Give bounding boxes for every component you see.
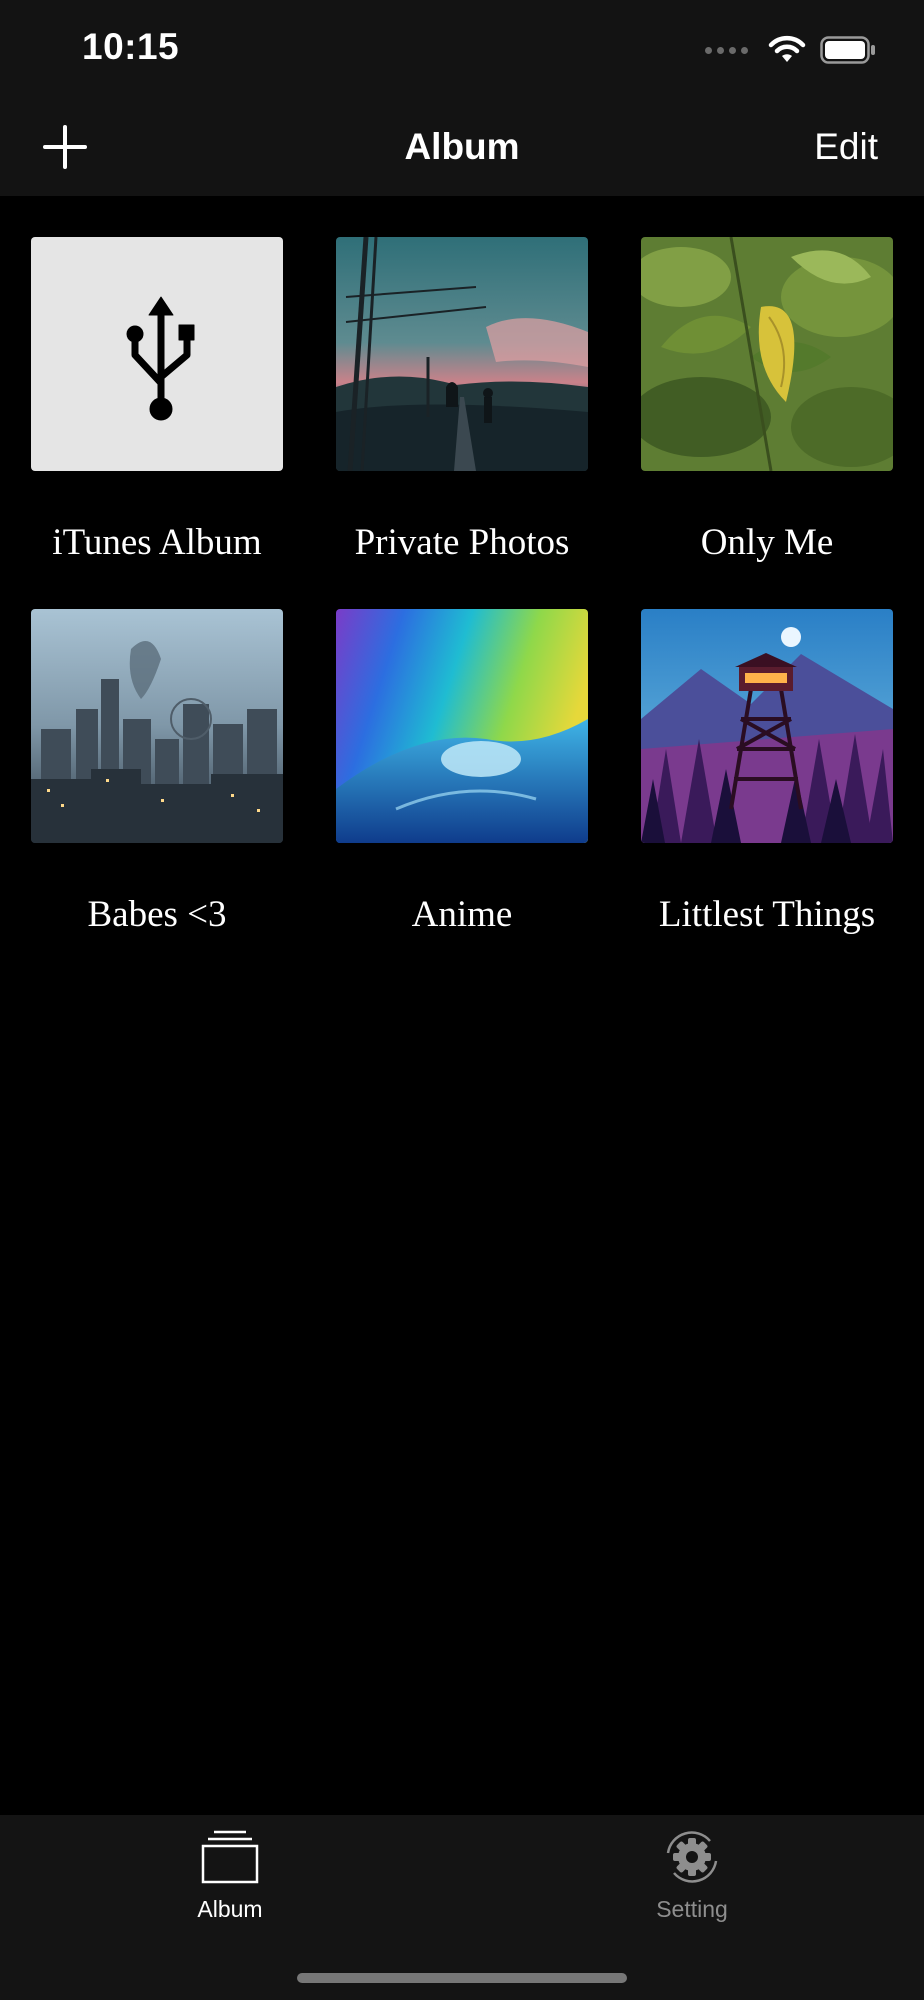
rainbow-wave-image (336, 609, 588, 843)
album-name: iTunes Album (52, 522, 262, 563)
fire-lookout-tower-image (641, 609, 893, 843)
tab-album-label: Album (197, 1896, 263, 1922)
usb-icon (31, 237, 283, 471)
battery-icon (820, 36, 875, 64)
edit-button[interactable]: Edit (814, 126, 878, 168)
album-tile-only-me[interactable]: Only Me (641, 237, 893, 564)
album-tile-littlest-things[interactable]: Littlest Things (641, 609, 893, 936)
nav-bar: Album Edit (0, 100, 924, 196)
wifi-icon (768, 35, 806, 62)
city-skyline-image (31, 609, 283, 843)
twilight-railway-image (336, 237, 588, 471)
status-bar: 10:15 (0, 0, 924, 100)
green-leaves-image (641, 237, 893, 471)
album-name: Babes <3 (87, 894, 227, 935)
album-name: Anime (411, 894, 513, 935)
album-tile-anime[interactable]: Anime (336, 609, 588, 936)
album-name: Only Me (700, 522, 834, 563)
tab-setting-label: Setting (656, 1896, 728, 1922)
gear-icon (666, 1831, 718, 1883)
album-name: Littlest Things (658, 894, 876, 935)
album-tile-private-photos[interactable]: Private Photos (336, 237, 588, 564)
tab-setting[interactable]: Setting (592, 1829, 792, 1923)
home-indicator (297, 1973, 627, 1983)
album-stack-icon (201, 1830, 259, 1884)
status-icons (705, 30, 876, 70)
album-name: Private Photos (354, 522, 570, 563)
status-time: 10:15 (82, 26, 180, 67)
page-title: Album (404, 126, 520, 167)
album-tile-itunes[interactable]: iTunes Album (31, 237, 283, 564)
album-tile-babes[interactable]: Babes <3 (31, 609, 283, 936)
signal-dots-icon (705, 46, 748, 54)
tab-album[interactable]: Album (130, 1829, 330, 1923)
